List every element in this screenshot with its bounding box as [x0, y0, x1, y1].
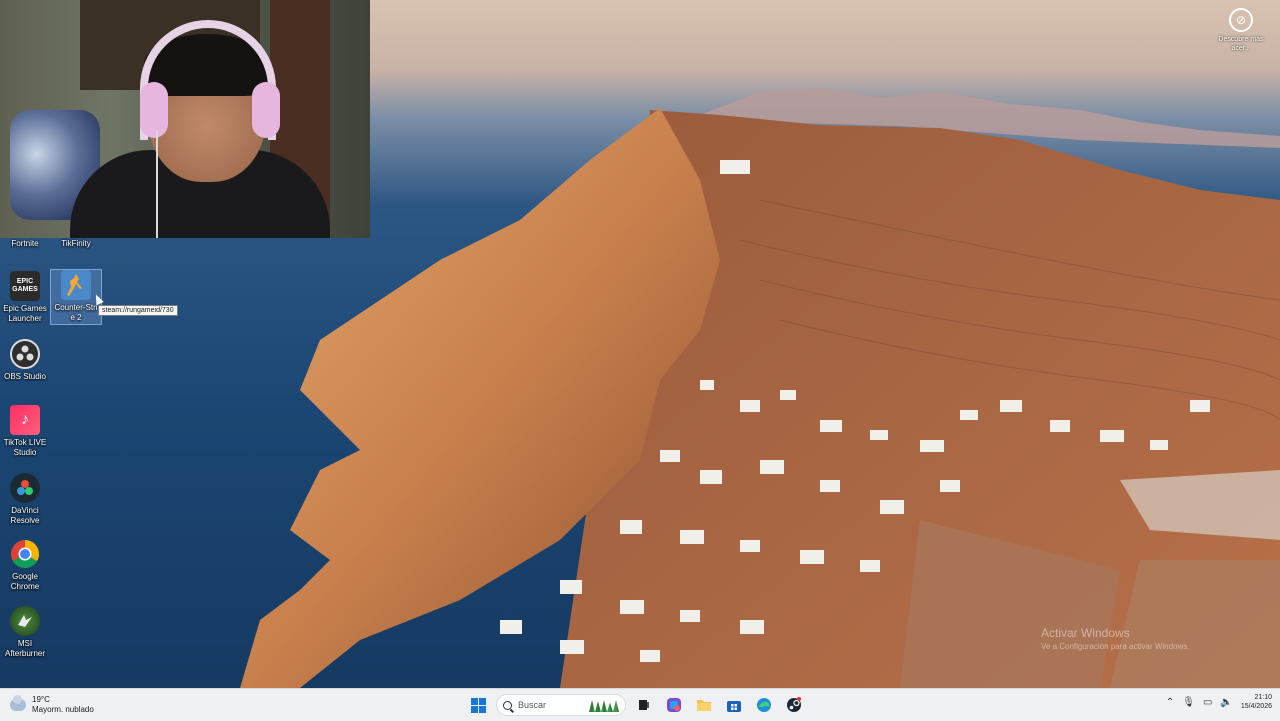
desktop-icon-tiktok-live[interactable]: ♪ TikTok LIVE Studio	[0, 405, 50, 458]
task-view-icon	[639, 700, 649, 710]
microphone-icon[interactable]: 🎙	[1182, 697, 1195, 708]
copilot-icon	[667, 698, 681, 712]
watermark-title: Activar Windows	[1041, 626, 1130, 640]
taskbar-apps: Buscar	[466, 693, 806, 717]
windows-icon	[470, 697, 486, 713]
davinci-icon	[10, 473, 40, 503]
system-tray: ⌃ 🎙 ▭ 🔈 21:10 15/4/2026	[1166, 693, 1272, 711]
chevron-up-icon[interactable]: ⌃	[1166, 697, 1174, 708]
desktop-icon-label: Counter-Stri e 2	[54, 303, 98, 322]
weather-temp: 19°C	[32, 695, 50, 704]
spotlight-label: Descubre más acer...	[1218, 36, 1264, 52]
desktop-icon-epic-games[interactable]: EPIC GAMES Epic Games Launcher	[0, 271, 50, 324]
clock-date: 15/4/2026	[1240, 703, 1272, 710]
tiktok-live-icon: ♪	[10, 405, 40, 435]
msi-afterburner-icon	[10, 606, 40, 636]
weather-widget[interactable]: 19°C Mayorm. nublado	[10, 695, 94, 715]
microsoft-store-icon	[727, 701, 741, 712]
chrome-icon	[10, 539, 40, 569]
activate-windows-watermark: Activar Windows Ve a Configuración para …	[1041, 626, 1190, 651]
clock-time: 21:10	[1254, 694, 1272, 701]
search-icon	[503, 700, 512, 710]
start-button[interactable]	[466, 693, 490, 717]
taskbar: 19°C Mayorm. nublado Buscar ⌃ 🎙 ▭ 🔈 21:1…	[0, 688, 1280, 721]
headphone-cable	[156, 130, 158, 238]
copilot-button[interactable]	[662, 693, 686, 717]
search-highlight-icon	[589, 700, 619, 712]
headphone-cup-right	[252, 82, 280, 138]
desktop-icon-davinci[interactable]: DaVinci Resolve	[0, 473, 50, 526]
desktop-label-fortnite[interactable]: Fortnite	[4, 239, 46, 249]
camera-icon: ⊘	[1229, 8, 1253, 32]
desktop-icon-obs[interactable]: OBS Studio	[0, 339, 50, 382]
epic-games-icon: EPIC GAMES	[10, 271, 40, 301]
desktop-icon-label: DaVinci Resolve	[10, 506, 40, 525]
steam-button[interactable]	[782, 693, 806, 717]
headphone-cup-left	[140, 82, 168, 138]
desktop-icon-chrome[interactable]: Google Chrome	[0, 539, 50, 592]
task-view-button[interactable]	[632, 693, 656, 717]
cloud-icon	[10, 695, 26, 711]
file-explorer-button[interactable]	[692, 693, 716, 717]
counter-strike-icon	[61, 270, 91, 300]
desktop-icon-label: Epic Games Launcher	[3, 304, 47, 323]
edge-icon	[757, 698, 771, 712]
search-box[interactable]: Buscar	[496, 694, 626, 716]
webcam-overlay	[0, 0, 370, 238]
shortcut-tooltip: steam://rungameid/730	[98, 305, 178, 316]
desktop-icon-label: MSI Afterburner	[4, 639, 46, 658]
desktop-icon-msi-afterburner[interactable]: MSI Afterburner	[0, 606, 50, 659]
spotlight-button[interactable]: ⊘ Descubre más acer...	[1214, 8, 1268, 53]
search-placeholder: Buscar	[518, 700, 547, 710]
desktop-icon-label: TikTok LIVE Studio	[3, 438, 47, 457]
desktop-icon-label: OBS Studio	[4, 372, 46, 381]
file-explorer-icon	[697, 700, 711, 711]
watermark-subtitle: Ve a Configuración para activar Windows.	[1041, 642, 1190, 651]
microsoft-store-button[interactable]	[722, 693, 746, 717]
volume-icon[interactable]: 🔈	[1220, 697, 1232, 708]
network-icon[interactable]: ▭	[1203, 697, 1212, 708]
edge-button[interactable]	[752, 693, 776, 717]
steam-icon	[787, 697, 801, 712]
weather-condition: Mayorm. nublado	[32, 705, 94, 714]
taskbar-clock[interactable]: 21:10 15/4/2026	[1241, 693, 1272, 711]
obs-icon	[10, 339, 40, 369]
desktop-icon-label: Google Chrome	[10, 572, 40, 591]
desktop-label-tikfinity[interactable]: TikFinity	[54, 239, 98, 249]
